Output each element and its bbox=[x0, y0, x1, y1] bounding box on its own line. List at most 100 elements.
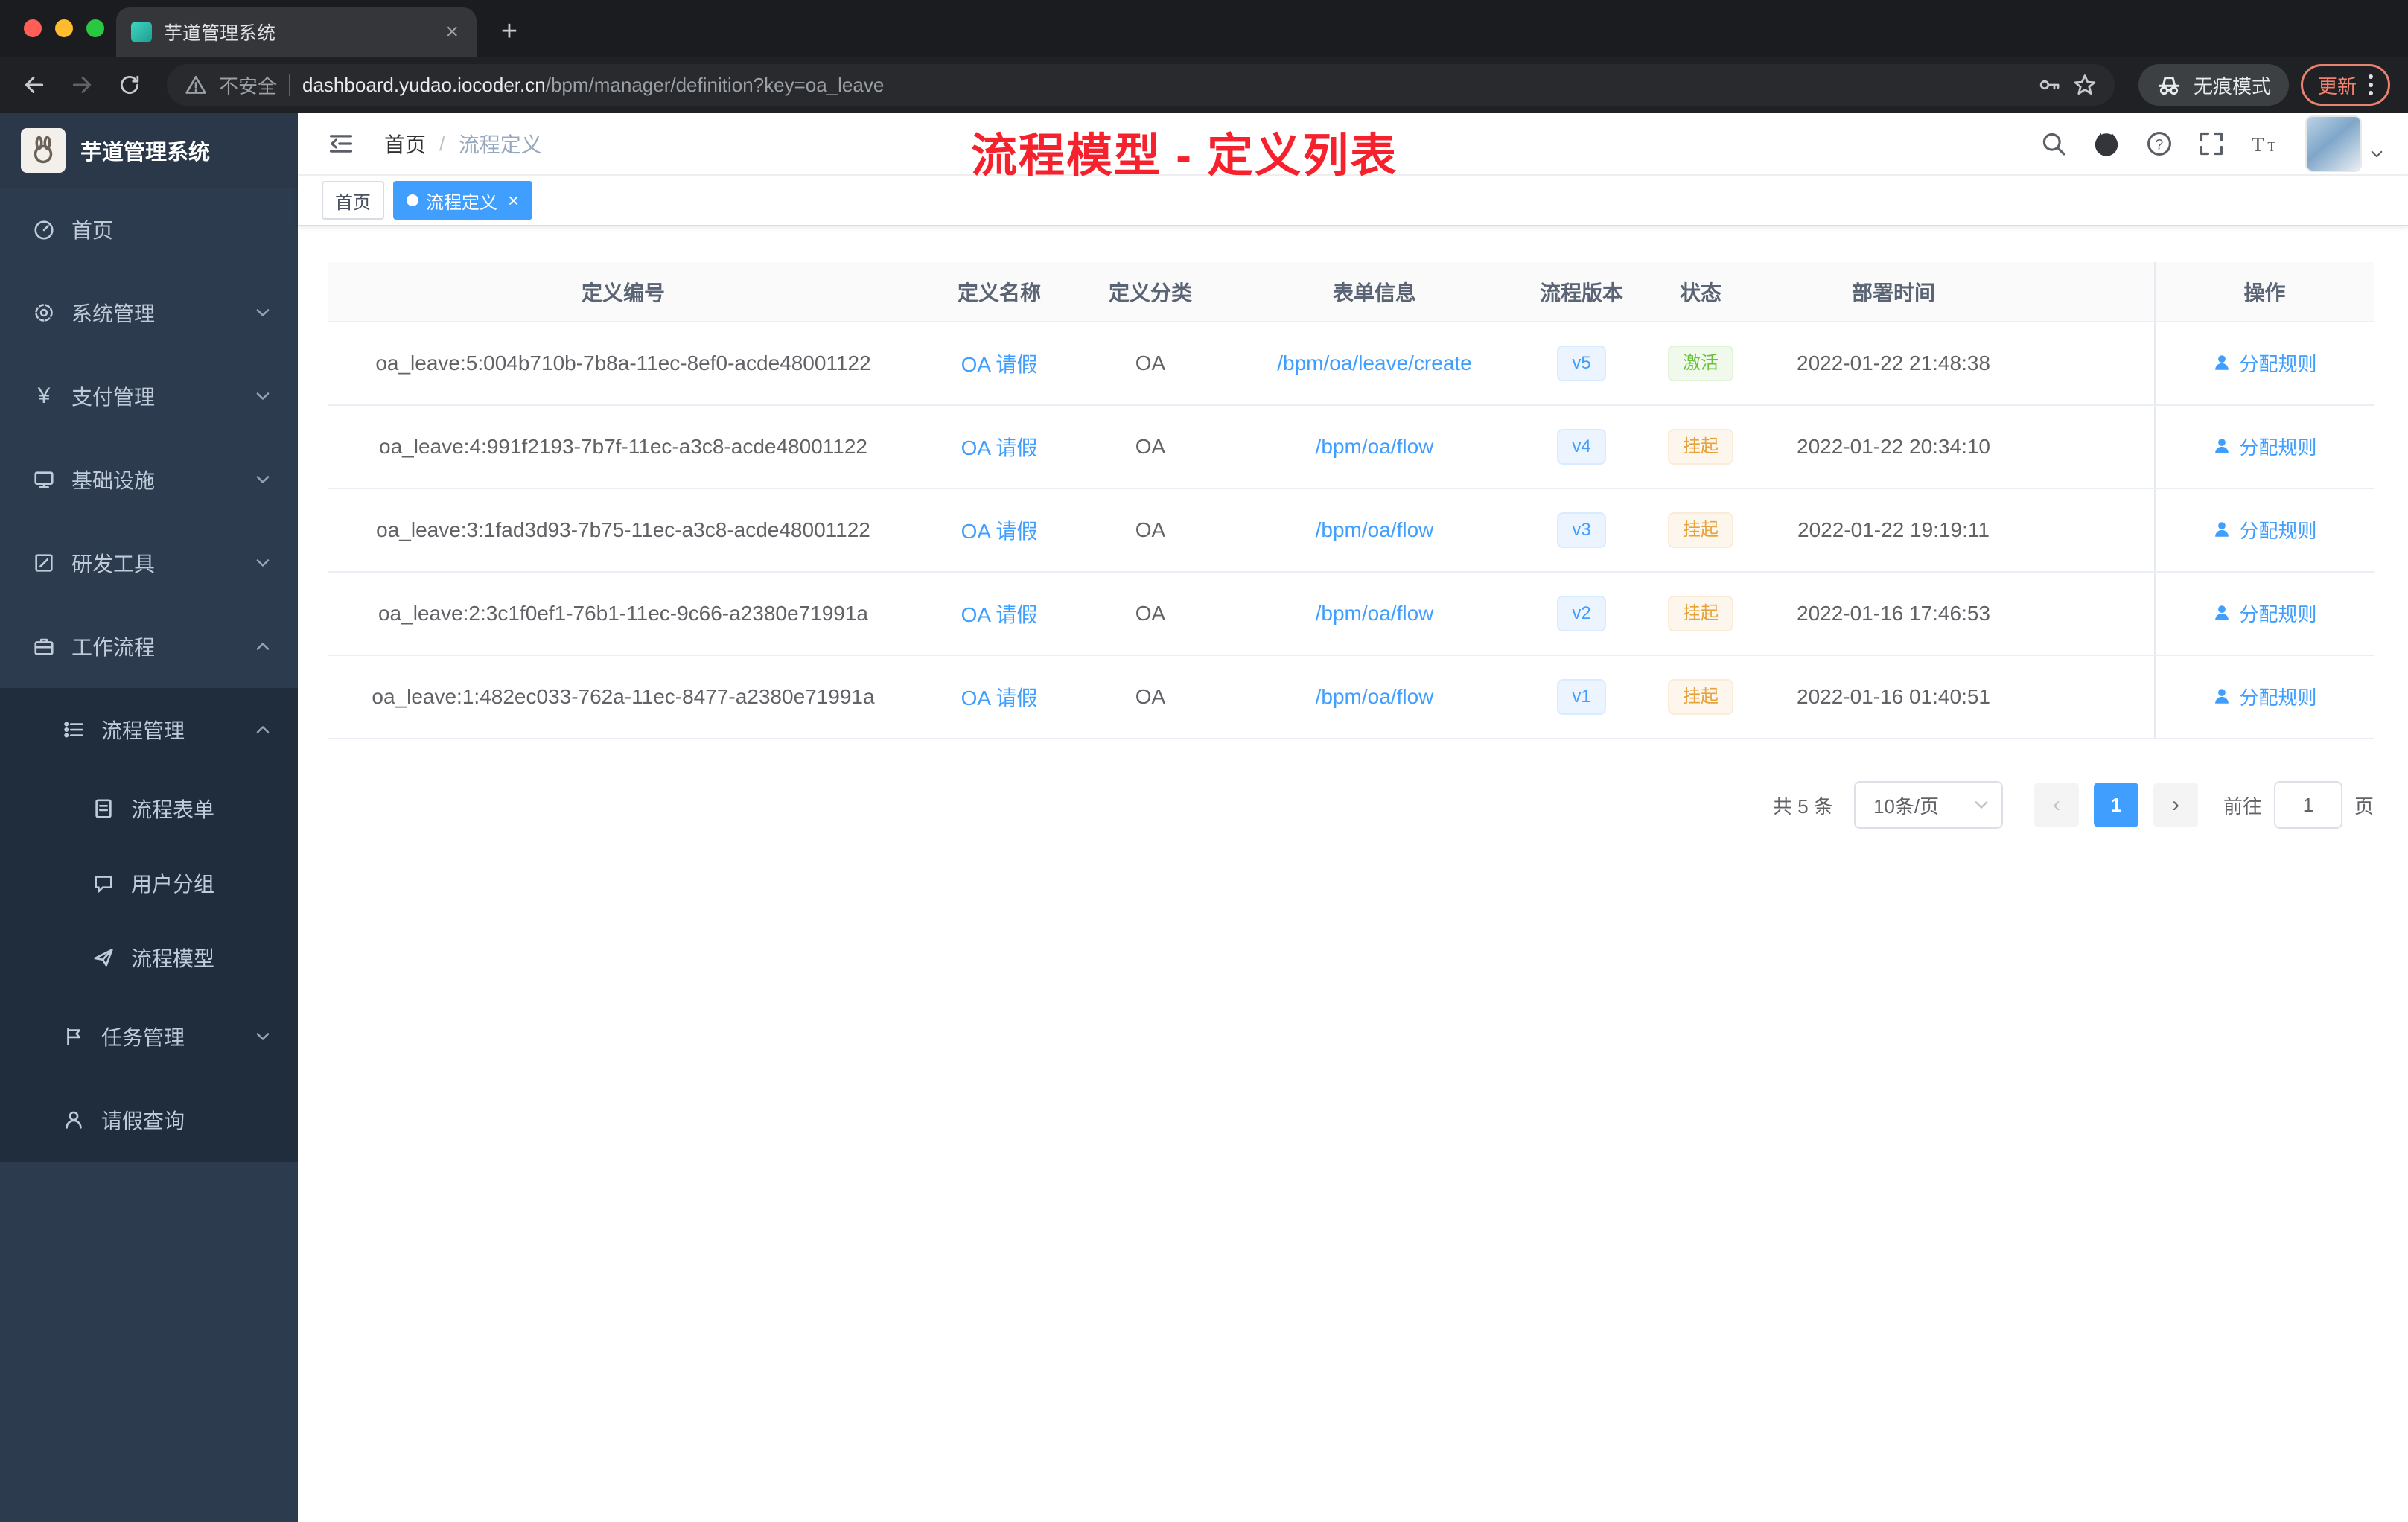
search-icon[interactable] bbox=[2040, 130, 2067, 157]
assign-rule-button[interactable]: 分配规则 bbox=[2212, 599, 2317, 627]
definition-id: oa_leave:4:991f2193-7b7f-11ec-a3c8-acde4… bbox=[328, 405, 919, 489]
form-link[interactable]: /bpm/oa/flow bbox=[1316, 518, 1434, 541]
status-badge: 挂起 bbox=[1668, 679, 1733, 715]
tools-icon bbox=[35, 554, 53, 572]
tag-home[interactable]: 首页 bbox=[322, 181, 384, 220]
definition-id: oa_leave:2:3c1f0ef1-76b1-11ec-9c66-a2380… bbox=[328, 572, 919, 656]
goto-label: 前往 bbox=[2223, 795, 2262, 818]
svg-text:T: T bbox=[2252, 133, 2264, 156]
sidebar-item-process-model[interactable]: 流程模型 bbox=[0, 920, 298, 995]
sidebar-item-leave-query[interactable]: 请假查询 bbox=[0, 1078, 298, 1162]
minimize-window-button[interactable] bbox=[55, 19, 73, 37]
definition-name-link[interactable]: OA 请假 bbox=[961, 603, 1038, 626]
caret-down-icon bbox=[2371, 150, 2383, 158]
chevron-down-icon bbox=[255, 1031, 271, 1042]
help-icon[interactable]: ? bbox=[2146, 130, 2173, 157]
svg-text:T: T bbox=[2267, 139, 2275, 154]
deploy-time: 2022-01-22 20:34:10 bbox=[1766, 405, 2021, 489]
sidebar-item-process-mgmt[interactable]: 流程管理 bbox=[0, 688, 298, 771]
definition-id: oa_leave:5:004b710b-7b8a-11ec-8ef0-acde4… bbox=[328, 322, 919, 406]
version-tag: v2 bbox=[1557, 596, 1606, 631]
back-icon[interactable] bbox=[12, 63, 57, 107]
sidebar-item-process-form[interactable]: 流程表单 bbox=[0, 771, 298, 846]
update-label: 更新 bbox=[2317, 74, 2357, 98]
sidebar-item-system-mgmt[interactable]: 系统管理 bbox=[0, 271, 298, 354]
tag-close-icon[interactable]: × bbox=[508, 189, 519, 212]
sidebar-item-task-mgmt[interactable]: 任务管理 bbox=[0, 995, 298, 1078]
tag-process-definition[interactable]: 流程定义 × bbox=[393, 181, 533, 220]
next-page-button[interactable]: › bbox=[2153, 783, 2198, 827]
pagination-total: 共 5 条 bbox=[1773, 795, 1833, 818]
browser-menu-icon[interactable] bbox=[2369, 74, 2373, 95]
app-logo-row[interactable]: 芋道管理系统 bbox=[0, 113, 298, 188]
sidebar-item-workflow[interactable]: 工作流程 bbox=[0, 605, 298, 688]
prev-page-button[interactable]: ‹ bbox=[2033, 783, 2079, 827]
definition-name-link[interactable]: OA 请假 bbox=[961, 353, 1038, 376]
new-tab-button[interactable]: + bbox=[491, 16, 527, 48]
breadcrumb-home[interactable]: 首页 bbox=[384, 129, 426, 159]
font-size-icon[interactable]: TT bbox=[2250, 130, 2280, 157]
url-domain: dashboard.yudao.iocoder.cn bbox=[302, 73, 546, 96]
col-deploy-time: 部署时间 bbox=[1766, 262, 2021, 322]
breadcrumb-current: 流程定义 bbox=[458, 133, 542, 156]
github-icon[interactable] bbox=[2092, 130, 2121, 158]
incognito-label: 无痕模式 bbox=[2193, 74, 2271, 98]
chevron-down-icon bbox=[255, 557, 271, 569]
bookmark-star-icon[interactable] bbox=[2073, 73, 2097, 97]
page-size-select[interactable]: 10条/页 bbox=[1853, 781, 2003, 829]
person-icon bbox=[2215, 522, 2229, 537]
tag-dot bbox=[407, 194, 418, 206]
sidebar-item-dev-tools[interactable]: 研发工具 bbox=[0, 521, 298, 605]
form-link[interactable]: /bpm/oa/leave/create bbox=[1277, 351, 1472, 375]
reload-icon[interactable] bbox=[107, 63, 152, 107]
forward-icon[interactable] bbox=[60, 63, 104, 107]
form-link[interactable]: /bpm/oa/flow bbox=[1316, 685, 1434, 708]
person-icon bbox=[2215, 605, 2229, 620]
status-badge: 挂起 bbox=[1668, 429, 1733, 465]
browser-tab[interactable]: 芋道管理系统 × bbox=[116, 7, 477, 57]
chat-bubble-icon bbox=[95, 876, 112, 893]
list-icon bbox=[64, 722, 83, 738]
definition-name-link[interactable]: OA 请假 bbox=[961, 687, 1038, 710]
password-key-icon[interactable] bbox=[2037, 73, 2061, 97]
col-filler bbox=[2021, 262, 2155, 322]
sidebar-item-payment-mgmt[interactable]: ¥ 支付管理 bbox=[0, 354, 298, 438]
zoom-window-button[interactable] bbox=[86, 19, 104, 37]
col-definition-category: 定义分类 bbox=[1080, 262, 1221, 322]
incognito-badge: 无痕模式 bbox=[2138, 64, 2289, 106]
sidebar-item-user-group[interactable]: 用户分组 bbox=[0, 846, 298, 920]
col-process-version: 流程版本 bbox=[1528, 262, 1635, 322]
close-window-button[interactable] bbox=[24, 19, 42, 37]
browser-update-button[interactable]: 更新 bbox=[2300, 64, 2390, 106]
sidebar-item-home[interactable]: 首页 bbox=[0, 188, 298, 271]
app-shell: 芋道管理系统 首页 系统管理 ¥ 支付管理 基础设施 研发工具 工作流程 流程管… bbox=[0, 113, 2408, 1522]
col-definition-id: 定义编号 bbox=[328, 262, 919, 322]
goto-page: 前往 页 bbox=[2223, 781, 2374, 829]
user-menu[interactable] bbox=[2305, 115, 2384, 172]
assign-rule-button[interactable]: 分配规则 bbox=[2212, 683, 2317, 710]
assign-rule-button[interactable]: 分配规则 bbox=[2212, 433, 2317, 460]
table-row: oa_leave:4:991f2193-7b7f-11ec-a3c8-acde4… bbox=[328, 405, 2374, 489]
definition-table: 定义编号 定义名称 定义分类 表单信息 流程版本 状态 部署时间 操作 oa_l… bbox=[328, 262, 2374, 739]
sidebar-item-infrastructure[interactable]: 基础设施 bbox=[0, 438, 298, 521]
avatar[interactable] bbox=[2305, 115, 2362, 172]
url-bar[interactable]: 不安全 dashboard.yudao.iocoder.cn/bpm/manag… bbox=[167, 64, 2115, 106]
sidebar-collapse-icon[interactable] bbox=[322, 130, 360, 157]
sidebar: 芋道管理系统 首页 系统管理 ¥ 支付管理 基础设施 研发工具 工作流程 流程管… bbox=[0, 113, 298, 1522]
page-number-current[interactable]: 1 bbox=[2093, 783, 2138, 827]
assign-rule-button[interactable]: 分配规则 bbox=[2212, 349, 2317, 377]
form-link[interactable]: /bpm/oa/flow bbox=[1316, 435, 1434, 458]
table-row: oa_leave:1:482ec033-762a-11ec-8477-a2380… bbox=[328, 655, 2374, 739]
goto-page-input[interactable] bbox=[2273, 781, 2342, 829]
version-tag: v5 bbox=[1557, 346, 1606, 381]
table-row: oa_leave:5:004b710b-7b8a-11ec-8ef0-acde4… bbox=[328, 322, 2374, 406]
definition-name-link[interactable]: OA 请假 bbox=[961, 436, 1038, 459]
assign-rule-button[interactable]: 分配规则 bbox=[2212, 516, 2317, 544]
form-link[interactable]: /bpm/oa/flow bbox=[1316, 602, 1434, 625]
col-actions: 操作 bbox=[2154, 262, 2374, 322]
url-path: /bpm/manager/definition?key=oa_leave bbox=[545, 73, 885, 96]
tab-close-icon[interactable]: × bbox=[442, 19, 462, 45]
fullscreen-icon[interactable] bbox=[2198, 130, 2225, 157]
dashboard-icon bbox=[34, 220, 54, 240]
definition-name-link[interactable]: OA 请假 bbox=[961, 520, 1038, 543]
